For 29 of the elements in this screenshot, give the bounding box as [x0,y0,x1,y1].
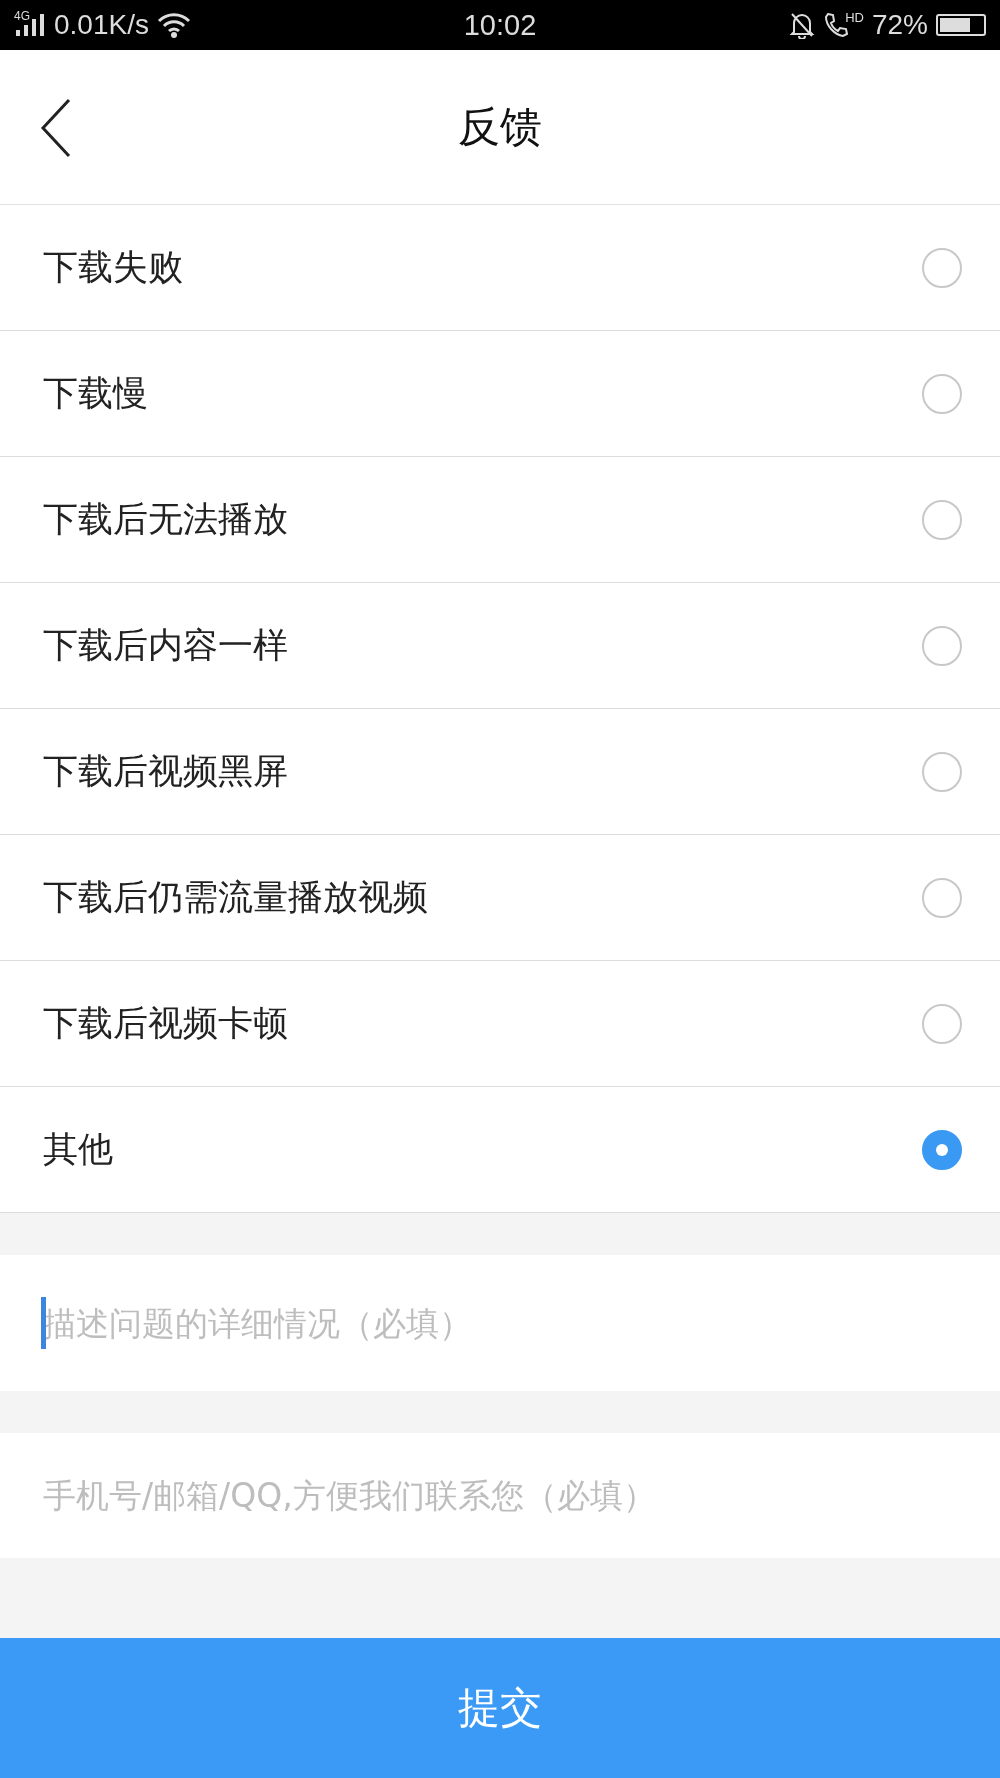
option-label: 下载后无法播放 [43,498,289,541]
radio-button[interactable] [922,877,962,918]
radio-button[interactable] [922,247,962,288]
radio-button[interactable] [922,625,962,666]
option-label: 下载失败 [43,246,184,289]
radio-button[interactable] [922,499,962,540]
text-field[interactable]: 手机号/邮箱/QQ,方便我们联系您（必填） [0,1433,1000,1558]
option-label: 下载后视频卡顿 [43,1002,289,1045]
radio-button[interactable] [922,1003,962,1044]
option-label: 下载后内容一样 [43,624,289,667]
option-label: 下载后仍需流量播放视频 [43,876,429,919]
radio-button[interactable] [922,373,962,414]
option-label: 其他 [43,1128,114,1171]
clock: 10:02 [463,8,537,42]
radio-button[interactable] [922,1129,962,1170]
text-cursor [41,1297,46,1349]
network-speed: 0.01K/s [54,9,149,41]
page-title: 反馈 [458,101,542,153]
option-label: 下载后视频黑屏 [43,750,289,793]
battery-percent: 72% [871,9,928,41]
hd-label: HD [845,9,864,25]
wifi-icon [156,12,191,38]
option-label: 下载慢 [43,372,149,415]
submit-button[interactable]: 提交 [0,1638,1000,1778]
text-field[interactable]: 描述问题的详细情况（必填） [0,1255,1000,1391]
battery-icon [936,14,986,36]
radio-button[interactable] [922,751,962,792]
network-type: 4G [14,9,30,23]
muted-bell-icon [789,11,816,39]
